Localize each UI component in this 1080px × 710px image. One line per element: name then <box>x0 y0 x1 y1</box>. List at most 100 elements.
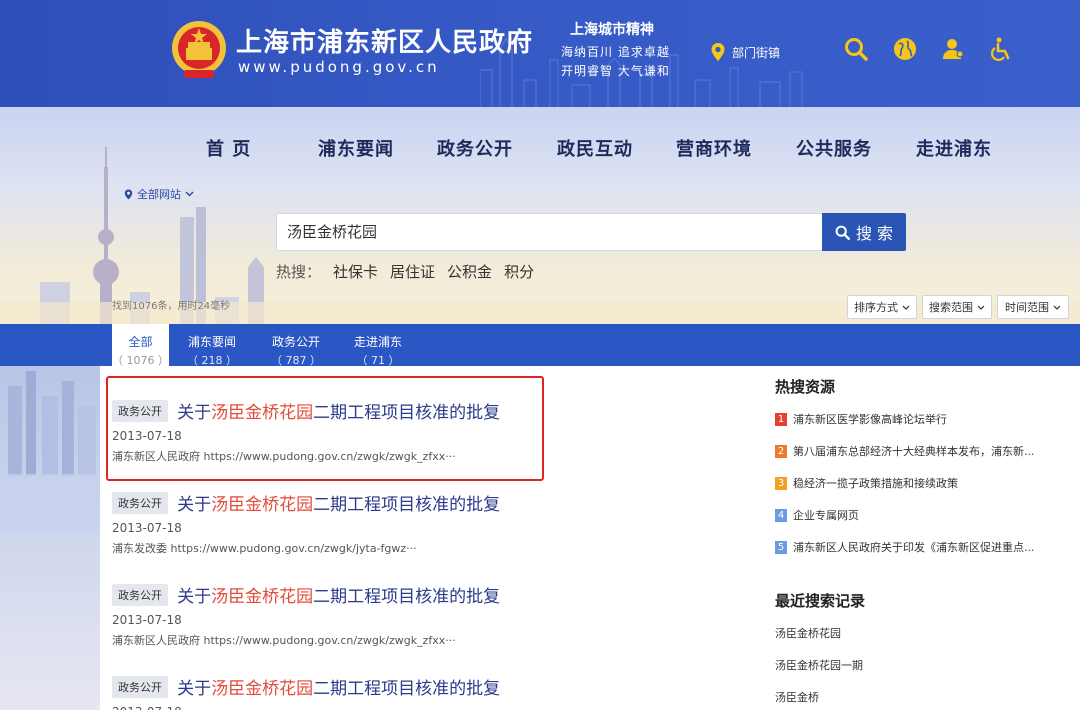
tab-count: （ 218 ） <box>187 354 237 367</box>
result-title-text: 二期工程项目核准的批复 <box>313 495 501 515</box>
recent-search-item[interactable]: 汤臣金桥花园一期 <box>775 657 863 673</box>
site-url: www.pudong.gov.cn <box>238 58 440 76</box>
tab-label: 政务公开 <box>271 335 320 349</box>
main-nav: 首 页 浦东要闻 政务公开 政民互动 营商环境 公共服务 走进浦东 <box>0 135 1080 165</box>
nav-pudong-news[interactable]: 浦东要闻 <box>318 135 394 161</box>
city-skyline-illustration <box>0 371 100 534</box>
search-result: 政务公开 关于汤臣金桥花园二期工程项目核准的批复 2013-07-18 浦东新区… <box>112 582 732 648</box>
tab-about-pudong[interactable]: 走进浦东 （ 71 ） <box>342 324 414 367</box>
hot-resource-text: 稳经济一揽子政策措施和接续政策 <box>793 477 958 490</box>
result-date: 2013-07-18 <box>112 705 732 710</box>
hot-search: 热搜： 社保卡 居住证 公积金 积分 <box>276 261 534 282</box>
search-icon[interactable] <box>843 36 869 62</box>
result-title-text: 关于 <box>177 495 212 515</box>
hot-resource-text: 企业专属网页 <box>793 509 859 522</box>
search-result: 政务公开 关于汤臣金桥花园二期工程项目核准的批复 2013-07-18 <box>112 674 732 710</box>
hot-resource-text: 浦东新区人民政府关于印发《浦东新区促进重点... <box>793 541 1035 554</box>
time-filter-label: 时间范围 <box>1005 301 1049 314</box>
hot-tag[interactable]: 居住证 <box>390 261 435 282</box>
search-result: 政务公开 关于汤臣金桥花园二期工程项目核准的批复 2013-07-18 浦东发改… <box>112 490 732 556</box>
result-keyword: 汤臣金桥花园 <box>211 587 314 607</box>
scope-filter-label: 搜索范围 <box>929 301 973 314</box>
result-category-badge: 政务公开 <box>112 491 168 514</box>
tab-count: （ 787 ） <box>271 354 321 367</box>
result-source-url[interactable]: 浦东发改委 https://www.pudong.gov.cn/zwgk/jyt… <box>112 540 732 556</box>
hot-search-label: 热搜： <box>276 263 322 281</box>
result-keyword: 汤臣金桥花园 <box>211 679 314 699</box>
hot-resources-title: 热搜资源 <box>775 378 836 396</box>
location-pin-icon <box>711 43 725 61</box>
globe-icon[interactable] <box>892 36 918 62</box>
chevron-down-icon <box>977 305 985 310</box>
tab-label: 全部 <box>128 335 153 349</box>
search-scope-label: 全部网站 <box>137 188 181 201</box>
national-emblem-icon <box>172 21 226 78</box>
site-header: 上海市浦东新区人民政府 www.pudong.gov.cn 上海城市精神 海纳百… <box>0 0 1080 107</box>
result-title-link[interactable]: 关于汤臣金桥花园二期工程项目核准的批复 <box>177 587 500 607</box>
tab-all[interactable]: 全部 （ 1076 ） <box>112 324 169 367</box>
hot-resource-item[interactable]: 2 第八届浦东总部经济十大经典样本发布，浦东新... <box>775 443 1035 459</box>
result-title-text: 二期工程项目核准的批复 <box>313 587 501 607</box>
tab-count: （ 1076 ） <box>112 354 169 367</box>
city-spirit-line: 开明睿智 大气谦和 <box>561 64 670 78</box>
hot-resource-text: 浦东新区医学影像高峰论坛举行 <box>793 413 947 426</box>
tab-label: 浦东要闻 <box>187 335 236 349</box>
recent-search-item[interactable]: 汤臣金桥 <box>775 689 819 705</box>
scope-filter[interactable]: 搜索范围 <box>922 295 992 319</box>
accessibility-icon[interactable] <box>988 36 1014 62</box>
nav-public-service[interactable]: 公共服务 <box>796 135 872 161</box>
result-source-url[interactable]: 浦东新区人民政府 https://www.pudong.gov.cn/zwgk/… <box>112 632 732 648</box>
tab-gov-affairs[interactable]: 政务公开 （ 787 ） <box>260 324 332 367</box>
result-category-badge: 政务公开 <box>112 675 168 698</box>
result-date: 2013-07-18 <box>112 521 182 535</box>
result-date: 2013-07-18 <box>112 613 182 627</box>
nav-about-pudong[interactable]: 走进浦东 <box>916 135 992 161</box>
result-category-badge: 政务公开 <box>112 583 168 606</box>
nav-gov-affairs[interactable]: 政务公开 <box>437 135 513 161</box>
result-keyword: 汤臣金桥花园 <box>211 495 314 515</box>
result-title-link[interactable]: 关于汤臣金桥花园二期工程项目核准的批复 <box>177 679 500 699</box>
tab-pudong-news[interactable]: 浦东要闻 （ 218 ） <box>176 324 248 367</box>
rank-badge: 1 <box>775 412 787 426</box>
site-title[interactable]: 上海市浦东新区人民政府 <box>236 22 533 59</box>
result-title-link[interactable]: 关于汤臣金桥花园二期工程项目核准的批复 <box>177 495 500 515</box>
sort-filter-label: 排序方式 <box>854 301 898 314</box>
chevron-down-icon <box>185 191 194 197</box>
user-icon[interactable] <box>940 36 966 62</box>
tab-count: （ 71 ） <box>356 354 400 367</box>
chevron-down-icon <box>1053 305 1061 310</box>
hot-resource-item[interactable]: 1 浦东新区医学影像高峰论坛举行 <box>775 411 947 427</box>
nav-home[interactable]: 首 页 <box>206 135 251 161</box>
hot-resource-item[interactable]: 3 稳经济一揽子政策措施和接续政策 <box>775 475 958 491</box>
nav-business[interactable]: 营商环境 <box>676 135 752 161</box>
dept-label: 部门街镇 <box>732 45 781 60</box>
recent-search-item[interactable]: 汤臣金桥花园 <box>775 625 841 641</box>
highlight-box <box>106 376 544 481</box>
time-filter[interactable]: 时间范围 <box>997 295 1069 319</box>
hot-tag[interactable]: 公积金 <box>447 261 492 282</box>
rank-badge: 4 <box>775 508 787 522</box>
city-spirit-title: 上海城市精神 <box>570 22 654 38</box>
hot-resource-text: 第八届浦东总部经济十大经典样本发布，浦东新... <box>793 445 1035 458</box>
search-icon <box>835 225 850 240</box>
hot-resource-item[interactable]: 5 浦东新区人民政府关于印发《浦东新区促进重点... <box>775 539 1035 555</box>
side-decoration <box>0 366 100 710</box>
search-banner: 首 页 浦东要闻 政务公开 政民互动 营商环境 公共服务 走进浦东 全部网站 汤… <box>0 107 1080 324</box>
search-button[interactable]: 搜 索 <box>822 213 906 251</box>
rank-badge: 5 <box>775 540 787 554</box>
result-title-text: 二期工程项目核准的批复 <box>313 679 501 699</box>
search-button-label: 搜 索 <box>855 224 894 243</box>
category-tabs: 全部 （ 1076 ） 浦东要闻 （ 218 ） 政务公开 （ 787 ） 走进… <box>0 324 1080 367</box>
result-count-text: 找到1076条，用时24毫秒 <box>112 301 231 312</box>
chevron-down-icon <box>902 305 910 310</box>
nav-interaction[interactable]: 政民互动 <box>557 135 633 161</box>
result-title-text: 关于 <box>177 679 212 699</box>
hot-resource-item[interactable]: 4 企业专属网页 <box>775 507 859 523</box>
search-scope-select[interactable]: 全部网站 <box>124 186 194 202</box>
sort-filter[interactable]: 排序方式 <box>847 295 917 319</box>
tab-label: 走进浦东 <box>353 335 402 349</box>
hot-tag[interactable]: 积分 <box>504 261 534 282</box>
hot-tag[interactable]: 社保卡 <box>333 261 378 282</box>
dept-street-link[interactable]: 部门街镇 <box>710 42 780 62</box>
search-input[interactable]: 汤臣金桥花园 <box>276 213 822 251</box>
